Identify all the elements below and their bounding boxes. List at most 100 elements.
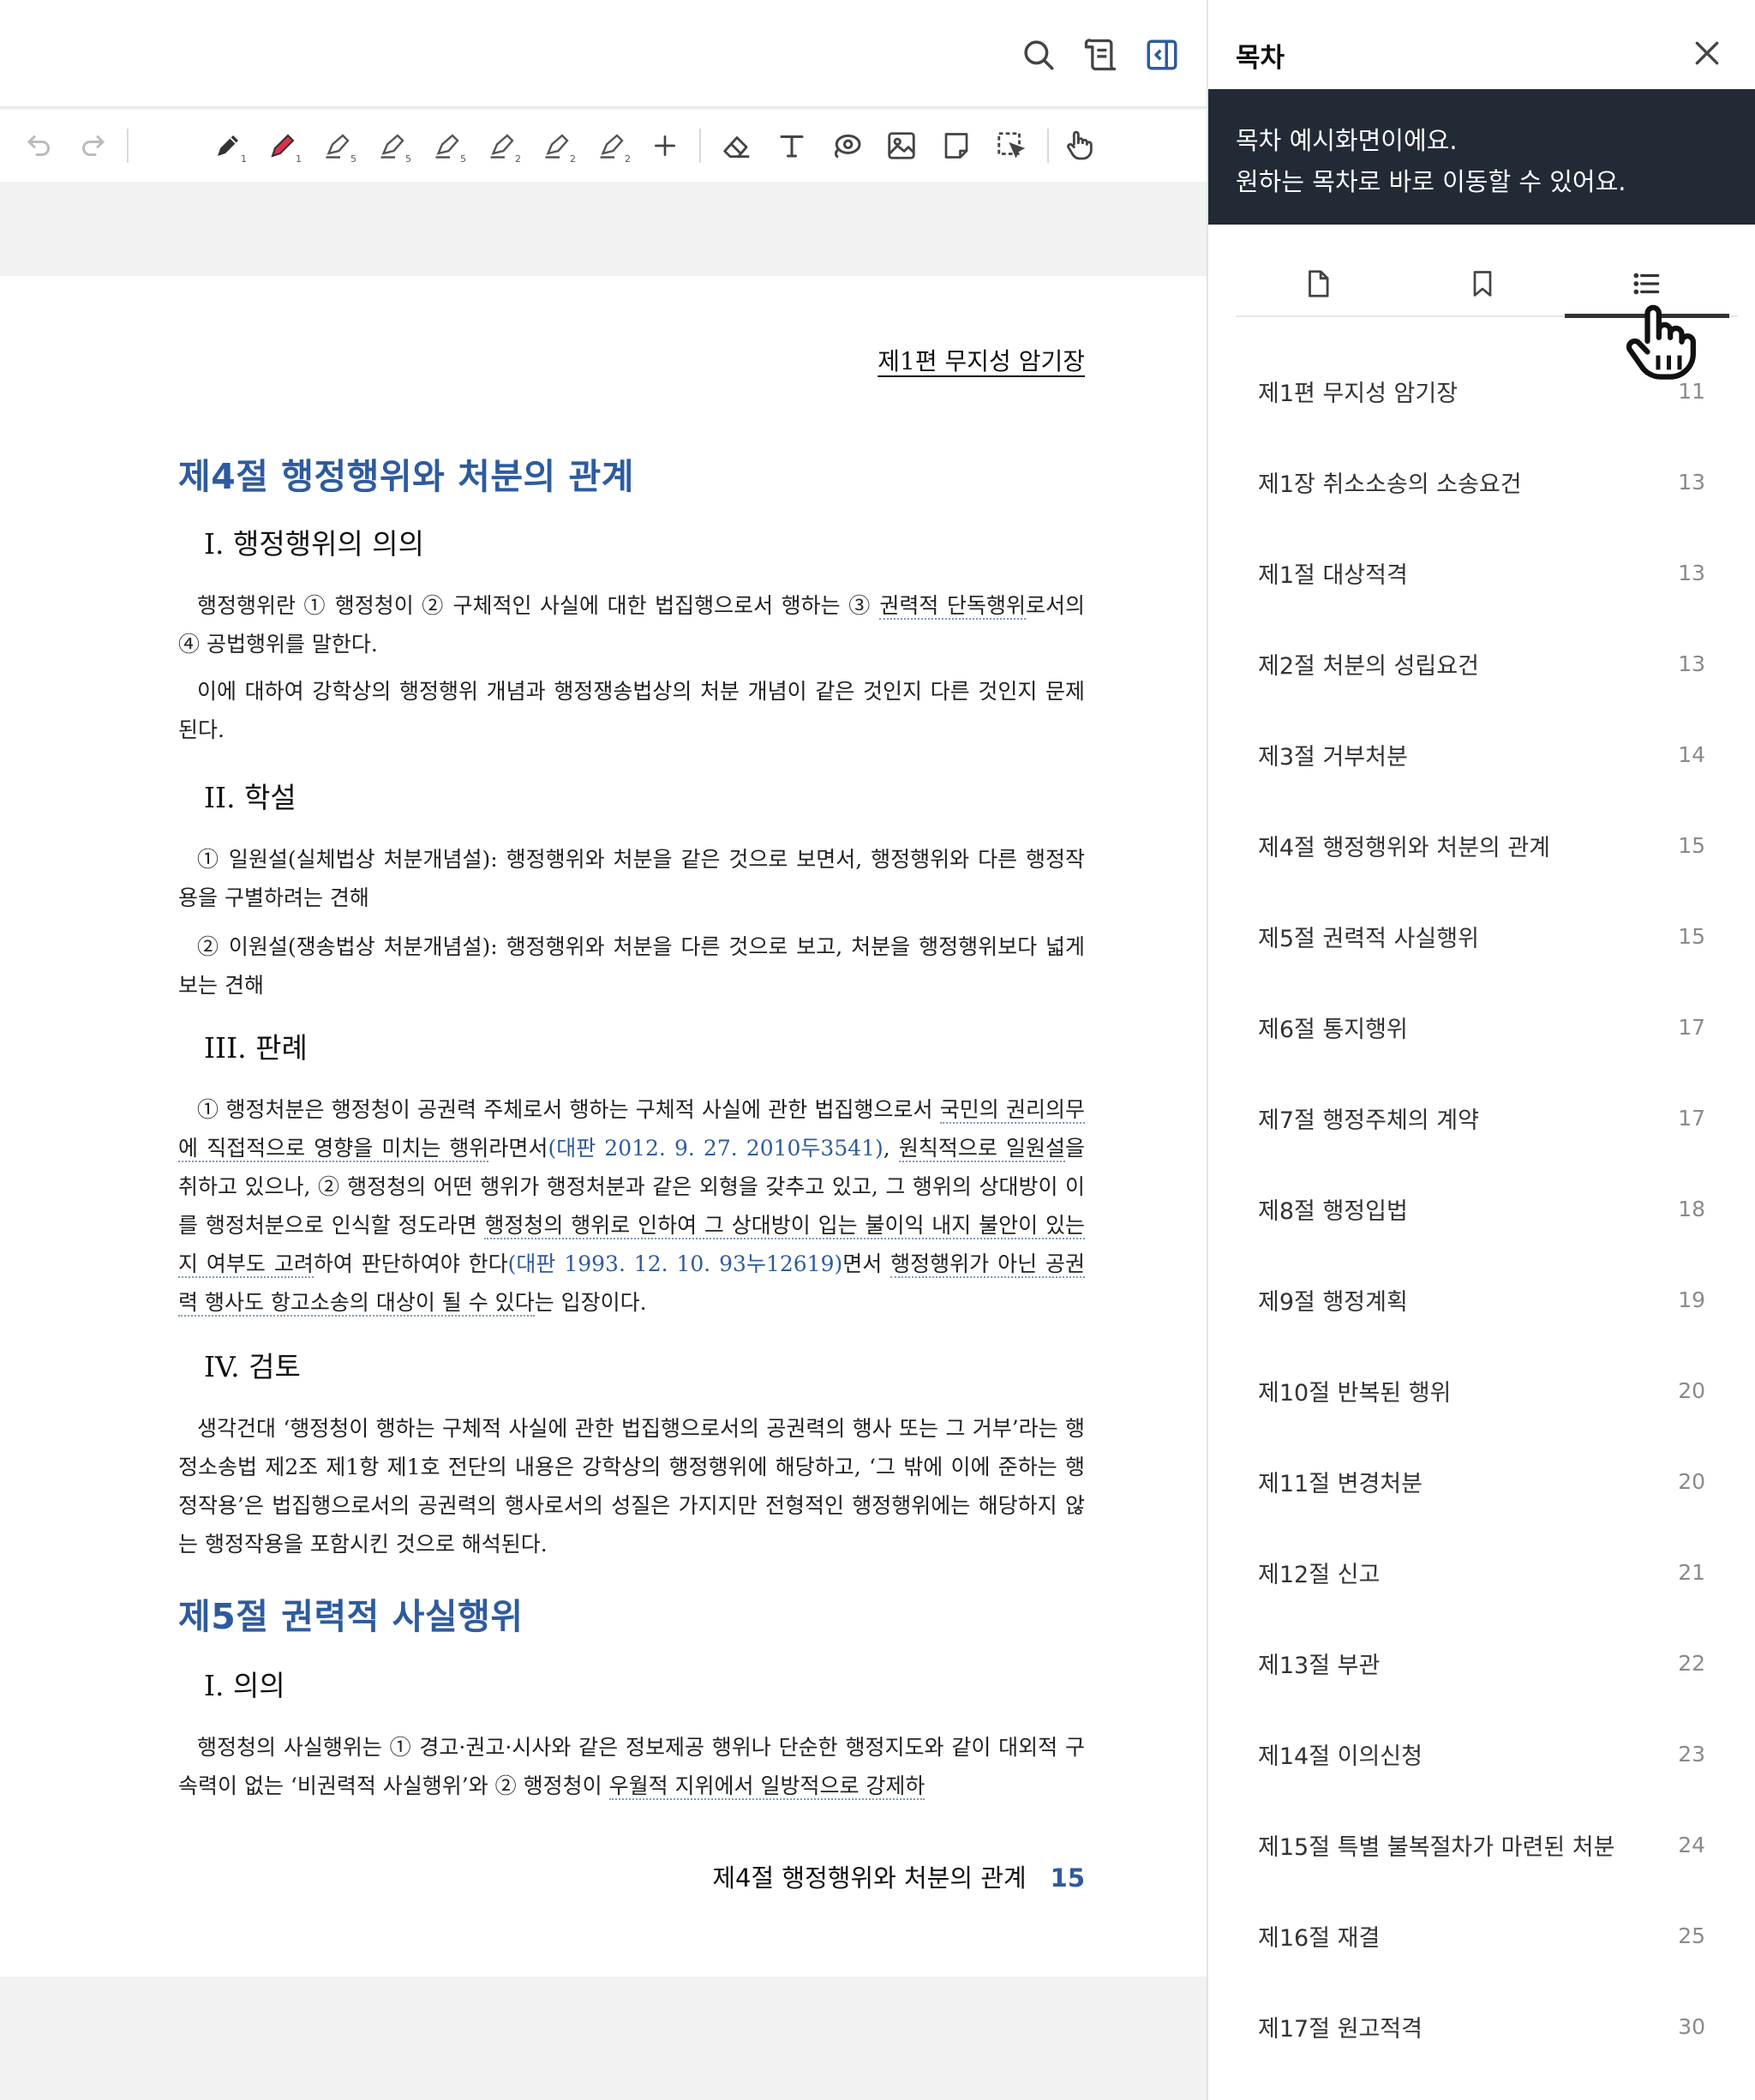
section-title: 제5절 권력적 사실행위	[178, 1596, 524, 1637]
text-icon	[780, 135, 804, 158]
toc-item[interactable]: 제12절 신고 21	[1258, 1546, 1705, 1598]
toc-item-label: 제5절 권력적 사실행위	[1258, 925, 1479, 952]
toc-item[interactable]: 제3절 거부처분 14	[1258, 729, 1705, 780]
toc-item[interactable]: 제2절 처분의 성립요건 13	[1258, 638, 1705, 689]
toc-item-page: 24	[1678, 1832, 1705, 1857]
pen-size: 5	[405, 153, 411, 165]
toc-item[interactable]: 제15절 특별 불복절차가 마련된 처분 24	[1258, 1819, 1705, 1870]
add-pen-button[interactable]	[644, 125, 686, 166]
toc-item-label: 제1절 대상적격	[1258, 561, 1408, 589]
toc-item-label: 제15절 특별 불복절차가 마련된 처분	[1258, 1833, 1615, 1861]
text-tool-button[interactable]	[771, 125, 812, 166]
toc-item-page: 20	[1678, 1377, 1705, 1403]
search-button[interactable]	[1016, 33, 1061, 77]
toc-item-label: 제16절 재결	[1258, 1924, 1381, 1952]
toc-item[interactable]: 제1절 대상적격 13	[1258, 547, 1705, 598]
text-run: ② 이원설(쟁송법상 처분개념설): 행정행위와 처분을 다른 것으로 보고, …	[178, 934, 1085, 998]
tab-toc[interactable]	[1565, 250, 1729, 317]
highlighter-1-button[interactable]: 5	[317, 125, 358, 166]
note-icon	[944, 133, 968, 159]
top-bar	[0, 0, 1207, 108]
toc-item-page: 13	[1678, 469, 1705, 495]
toc-item-label: 제2절 처분의 성립요건	[1258, 652, 1479, 680]
page-icon	[1309, 270, 1329, 297]
toolbar-divider	[699, 129, 701, 163]
tab-bookmarks[interactable]	[1400, 250, 1565, 317]
text-run: 생각건대 ‘행정청이 행하는 구체적 사실에 관한 법집행으로서의 공권력의 행…	[178, 1416, 1085, 1557]
redo-icon	[82, 135, 105, 156]
subsection-title: II. 학설	[204, 781, 296, 814]
pen-black-button[interactable]: 1	[207, 125, 249, 166]
toc-item[interactable]: 제9절 행정계획 19	[1258, 1274, 1705, 1325]
undo-icon	[27, 135, 50, 156]
toc-item-page: 14	[1678, 741, 1705, 767]
select-tool-button[interactable]	[991, 125, 1032, 166]
plus-icon	[655, 135, 675, 156]
pen-icon	[218, 135, 238, 156]
paragraph: ② 이원설(쟁송법상 처분개념설): 행정행위와 처분을 다른 것으로 보고, …	[178, 927, 1085, 1005]
paragraph: ① 행정처분은 행정청이 공권력 주체로서 행하는 구체적 사실에 관한 법집행…	[178, 1090, 1085, 1322]
undo-button[interactable]	[19, 125, 60, 166]
toc-item-label: 제17절 원고적격	[1258, 2015, 1423, 2043]
highlighter-5-button[interactable]: 2	[536, 125, 578, 166]
subsection-title: I. 의의	[204, 1669, 285, 1702]
highlighter-4-button[interactable]: 2	[482, 125, 523, 166]
toc-item-page: 15	[1678, 832, 1705, 858]
scroll-mode-button[interactable]	[1078, 33, 1123, 77]
subsection-title: I. 행정행위의 의의	[204, 527, 425, 561]
toc-item[interactable]: 제13절 부관 22	[1258, 1637, 1705, 1689]
highlighter-icon	[545, 134, 569, 159]
memo-tool-button[interactable]	[936, 125, 977, 166]
toc-item-page: 25	[1678, 1923, 1705, 1948]
toc-item-label: 제1편 무지성 암기장	[1258, 380, 1459, 407]
case-reference: (대판 1993. 12. 10. 93누12619)	[507, 1251, 843, 1276]
pen-red-button[interactable]: 1	[262, 125, 303, 166]
toc-item[interactable]: 제4절 행정행위와 처분의 관계 15	[1258, 819, 1705, 871]
toc-item[interactable]: 제1장 취소소송의 소송요건 13	[1258, 456, 1705, 507]
selection-icon	[997, 132, 1026, 159]
scroll-icon	[1084, 39, 1117, 71]
toc-item[interactable]: 제7절 행정주체의 계약 17	[1258, 1092, 1705, 1143]
text-run: 행정행위란 ① 행정청이 ② 구체적인 사실에 대한 법집행으로서 행하는 ③	[197, 593, 880, 618]
text-run: 이에 대하여 강학상의 행정행위 개념과 행정쟁송법상의 처분 개념이 같은 것…	[178, 679, 1085, 742]
highlighter-2-button[interactable]: 5	[372, 125, 413, 166]
lasso-icon	[835, 134, 861, 159]
close-panel-button[interactable]	[1690, 36, 1724, 70]
toc-item-label: 제6절 통지행위	[1258, 1016, 1408, 1043]
highlighter-6-button[interactable]: 2	[591, 125, 632, 166]
toc-item-label: 제1장 취소소송의 소송요건	[1258, 471, 1522, 498]
toc-item[interactable]: 제17절 원고적격 30	[1258, 2001, 1705, 2052]
toc-item-label: 제14절 이의신청	[1258, 1743, 1423, 1770]
toc-item-label: 제12절 신고	[1258, 1561, 1381, 1588]
tab-pages[interactable]	[1236, 250, 1400, 317]
highlighter-icon	[490, 134, 514, 159]
toc-item[interactable]: 제10절 반복된 행위 20	[1258, 1365, 1705, 1416]
toc-item[interactable]: 제6절 통지행위 17	[1258, 1001, 1705, 1053]
highlighter-icon	[600, 134, 624, 159]
toc-item[interactable]: 제11절 변경처분 20	[1258, 1455, 1705, 1507]
highlighter-icon	[326, 134, 350, 159]
toc-item-page: 13	[1678, 560, 1705, 585]
pen-size: 2	[515, 153, 521, 165]
hand-tool-button[interactable]	[1059, 125, 1100, 166]
toc-item[interactable]: 제1편 무지성 암기장 11	[1258, 365, 1705, 417]
image-tool-button[interactable]	[881, 125, 922, 166]
highlighter-3-button[interactable]: 5	[427, 125, 468, 166]
eraser-button[interactable]	[716, 125, 758, 166]
panel-toggle-button[interactable]	[1140, 33, 1184, 77]
toc-item[interactable]: 제5절 권력적 사실행위 15	[1258, 910, 1705, 962]
image-icon	[888, 132, 915, 159]
shape-tool-button[interactable]	[826, 125, 867, 166]
page-footer: 제4절 행정행위와 처분의 관계 15	[712, 1858, 1085, 1894]
toc-item[interactable]: 제16절 재결 25	[1258, 1910, 1705, 1961]
pen-size: 1	[241, 153, 247, 165]
toc-item[interactable]: 제14절 이의신청 23	[1258, 1728, 1705, 1779]
toc-tooltip: 목차 예시화면이에요. 원하는 목차로 바로 이동할 수 있어요.	[1208, 89, 1755, 225]
redo-button[interactable]	[72, 125, 113, 166]
toc-item[interactable]: 제8절 행정입법 18	[1258, 1183, 1705, 1234]
page-number: 15	[1050, 1863, 1085, 1893]
toc-item-page: 17	[1678, 1105, 1705, 1131]
pen-red-icon	[271, 134, 295, 158]
text-run: 하여 판단하여야 한다	[313, 1251, 508, 1276]
toc-panel: 목차 목차 예시화면이에요. 원하는 목차로 바로 이동할 수 있어요. 제1편…	[1207, 0, 1755, 2100]
